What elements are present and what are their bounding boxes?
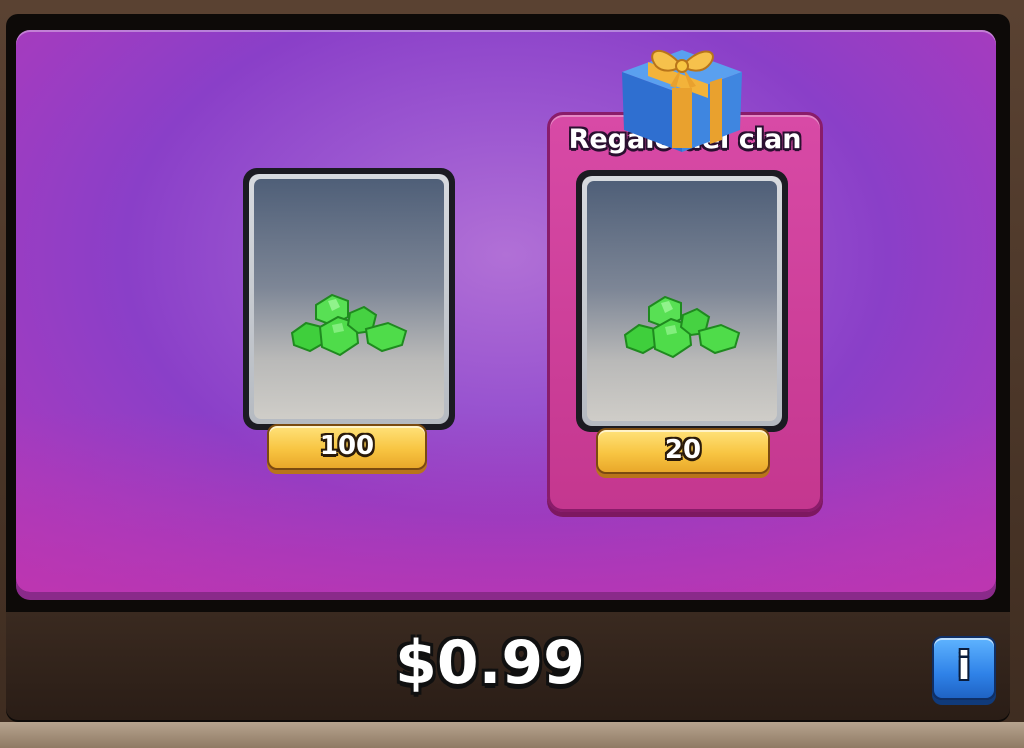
amount-pill: 20 xyxy=(596,428,770,474)
gems-icon xyxy=(284,283,414,363)
amount-pill: 100 xyxy=(267,424,427,470)
offer-panel xyxy=(16,30,996,592)
card-face xyxy=(582,176,782,426)
reward-card xyxy=(576,170,788,432)
buy-price-button[interactable]: $0.99 xyxy=(340,628,640,698)
info-button[interactable]: i xyxy=(932,636,996,700)
card-face-inner xyxy=(254,179,444,419)
card-face-inner xyxy=(587,181,777,421)
bottom-strip xyxy=(0,722,1024,748)
card-face xyxy=(249,174,449,424)
gift-box-icon xyxy=(612,36,752,156)
gems-icon xyxy=(617,285,747,365)
reward-card xyxy=(243,168,455,430)
